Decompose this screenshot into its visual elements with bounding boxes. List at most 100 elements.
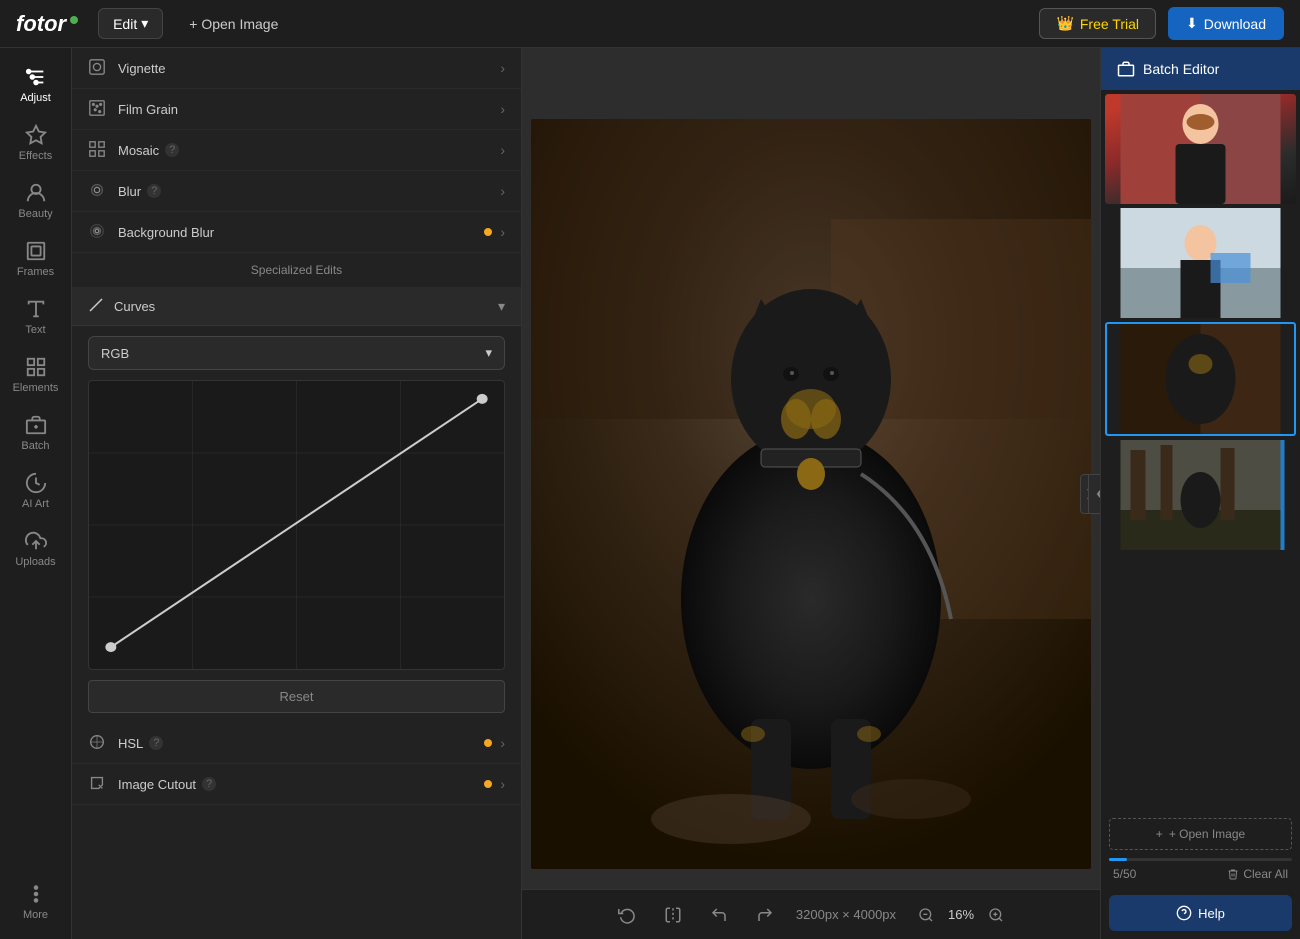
blur-icon <box>88 181 108 201</box>
hsl-item[interactable]: HSL ? › <box>72 723 521 764</box>
image-counter-text: 5/50 <box>1113 867 1136 881</box>
blur-arrow-icon: › <box>500 183 505 199</box>
panel-collapse-button[interactable] <box>1088 474 1100 514</box>
sidebar-label-effects: Effects <box>19 150 52 162</box>
vignette-icon <box>88 58 108 78</box>
undo-button[interactable] <box>704 900 734 930</box>
open-image-label: + Open Image <box>189 16 278 32</box>
trash-icon <box>1227 868 1239 880</box>
hsl-dot <box>484 739 492 747</box>
hsl-arrow-icon: › <box>500 735 505 751</box>
canvas-image <box>531 119 1091 869</box>
sidebar-item-elements[interactable]: Elements <box>0 346 71 404</box>
sidebar-label-beauty: Beauty <box>18 208 52 220</box>
dropdown-arrow-icon: ▾ <box>485 345 492 361</box>
background-blur-dot <box>484 228 492 236</box>
film-grain-item[interactable]: Film Grain › <box>72 89 521 130</box>
dog-image-svg <box>531 119 1091 869</box>
help-button[interactable]: Help <box>1109 895 1292 931</box>
main-layout: Adjust Effects Beauty Frames Text <box>0 48 1300 939</box>
zoom-out-button[interactable] <box>912 901 940 929</box>
sidebar-item-more[interactable]: More <box>0 873 71 931</box>
specialized-edits-header: Specialized Edits <box>72 253 521 287</box>
uploads-icon <box>25 530 47 552</box>
flip-button[interactable] <box>658 900 688 930</box>
hsl-label: HSL ? <box>118 736 484 751</box>
batch-img-2-preview <box>1105 208 1296 318</box>
batch-image-1[interactable] <box>1105 94 1296 204</box>
redo-button[interactable] <box>750 900 780 930</box>
crown-icon: 👑 <box>1056 15 1073 32</box>
vignette-item[interactable]: Vignette › <box>72 48 521 89</box>
free-trial-button[interactable]: 👑 Free Trial <box>1039 8 1156 39</box>
mosaic-icon <box>88 140 108 160</box>
background-blur-icon <box>88 222 108 242</box>
redo-icon <box>756 906 774 924</box>
sidebar-label-uploads: Uploads <box>15 556 55 568</box>
more-icon <box>25 883 47 905</box>
sidebar-item-batch[interactable]: Batch <box>0 404 71 462</box>
edit-label: Edit <box>113 16 137 32</box>
image-size-label: 3200px × 4000px <box>796 907 896 922</box>
mosaic-item[interactable]: Mosaic ? › <box>72 130 521 171</box>
sidebar-item-frames[interactable]: Frames <box>0 230 71 288</box>
film-grain-icon <box>88 99 108 119</box>
zoom-controls: 16% <box>912 901 1010 929</box>
curves-header[interactable]: Curves ▾ <box>72 287 521 326</box>
bottom-toolbar: 3200px × 4000px 16% <box>522 889 1100 939</box>
text-icon <box>25 298 47 320</box>
clear-all-button[interactable]: Clear All <box>1227 867 1288 881</box>
rotate-button[interactable] <box>612 900 642 930</box>
background-blur-label: Background Blur <box>118 225 484 240</box>
background-blur-item[interactable]: Background Blur › <box>72 212 521 253</box>
clear-all-label: Clear All <box>1243 867 1288 881</box>
sidebar-label-adjust: Adjust <box>20 92 51 104</box>
rgb-channel-dropdown[interactable]: RGB ▾ <box>88 336 505 370</box>
ai-art-icon <box>25 472 47 494</box>
curves-label: Curves <box>114 299 498 314</box>
open-image-button[interactable]: + Open Image <box>175 10 292 38</box>
mosaic-label: Mosaic ? <box>118 143 500 158</box>
beauty-icon <box>25 182 47 204</box>
specialized-edits-label: Specialized Edits <box>251 263 342 277</box>
edit-button[interactable]: Edit ▾ <box>98 8 163 39</box>
background-blur-arrow-icon: › <box>500 224 505 240</box>
sidebar-item-ai-art[interactable]: AI Art <box>0 462 71 520</box>
right-panel: Batch Editor <box>1100 48 1300 939</box>
plus-icon: + <box>1156 827 1163 841</box>
zoom-in-button[interactable] <box>982 901 1010 929</box>
sidebar-item-beauty[interactable]: Beauty <box>0 172 71 230</box>
download-label: Download <box>1204 16 1266 32</box>
batch-image-3[interactable] <box>1105 322 1296 436</box>
batch-editor-title: Batch Editor <box>1143 61 1219 77</box>
sliders-icon <box>25 66 47 88</box>
mosaic-arrow-icon: › <box>500 142 505 158</box>
effects-icon <box>25 124 47 146</box>
batch-image-4[interactable] <box>1105 440 1296 550</box>
undo-icon <box>710 906 728 924</box>
sidebar-label-ai-art: AI Art <box>22 498 49 510</box>
sidebar-item-text[interactable]: Text <box>0 288 71 346</box>
image-cutout-item[interactable]: Image Cutout ? › <box>72 764 521 805</box>
hsl-icon <box>88 733 108 753</box>
blur-item[interactable]: Blur ? › <box>72 171 521 212</box>
curves-graph[interactable] <box>88 380 505 670</box>
blur-label: Blur ? <box>118 184 500 199</box>
film-grain-arrow-icon: › <box>500 101 505 117</box>
free-trial-label: Free Trial <box>1080 16 1139 32</box>
curves-reset-button[interactable]: Reset <box>88 680 505 713</box>
sidebar-item-adjust[interactable]: Adjust <box>0 56 71 114</box>
download-button[interactable]: ⬇ Download <box>1168 7 1284 40</box>
batch-image-2[interactable] <box>1105 208 1296 318</box>
flip-icon <box>664 906 682 924</box>
sidebar-item-effects[interactable]: Effects <box>0 114 71 172</box>
batch-images-list <box>1101 90 1300 810</box>
mosaic-help-icon: ? <box>165 143 179 157</box>
elements-icon <box>25 356 47 378</box>
right-panel-open-image-button[interactable]: + + Open Image <box>1109 818 1292 850</box>
batch-editor-header: Batch Editor <box>1101 48 1300 90</box>
collapse-icon <box>1095 487 1100 501</box>
sidebar-label-batch: Batch <box>21 440 49 452</box>
sidebar-label-more: More <box>23 909 48 921</box>
sidebar-item-uploads[interactable]: Uploads <box>0 520 71 578</box>
